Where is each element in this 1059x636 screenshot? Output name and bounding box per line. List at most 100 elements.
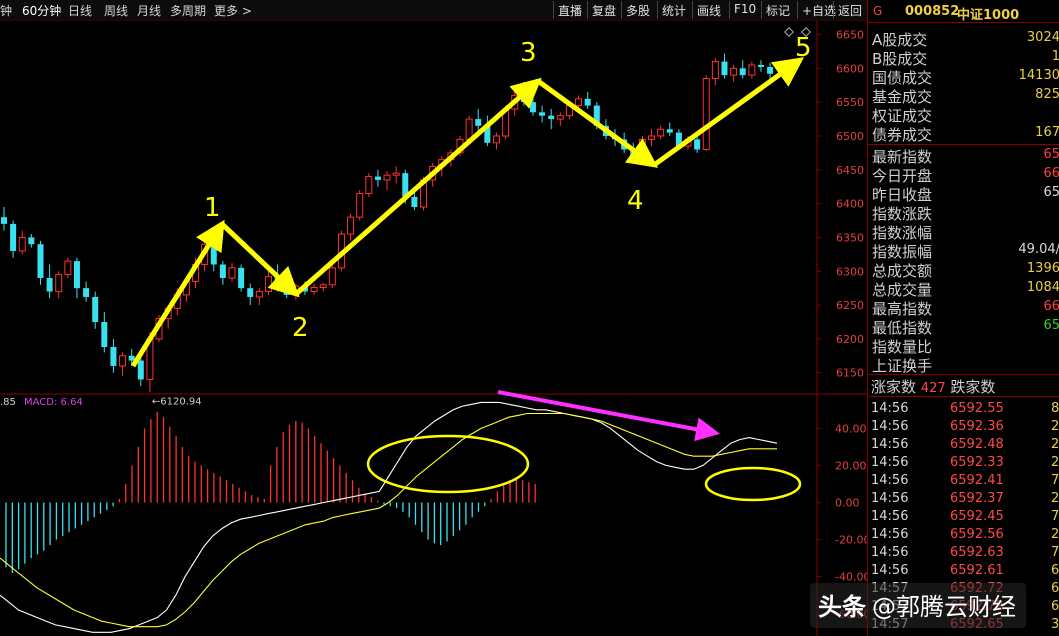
period-tab-5[interactable]: 多周期 xyxy=(170,2,206,19)
tick-time: 14:56 xyxy=(871,509,909,524)
toolbar-button-0[interactable]: 直播 xyxy=(553,1,586,19)
toolbar-button-3[interactable]: 统计 xyxy=(657,1,690,19)
tick-row: 14:56 6592.56 2 xyxy=(868,526,1059,544)
candle-body-down xyxy=(92,296,99,322)
candle-body-down xyxy=(767,66,774,74)
toolbar-button-2[interactable]: 多股 xyxy=(621,1,654,19)
tick-price: 6592.45 xyxy=(950,509,1004,524)
toolbar-button-5[interactable]: F10 xyxy=(729,1,760,19)
candle-body-down xyxy=(110,347,117,366)
wave-label-3: 3 xyxy=(520,38,537,68)
quote-row: 基金成交 825 xyxy=(872,86,1059,106)
quote-row: 国债成交 14130 xyxy=(872,67,1059,87)
tick-volume: 2 xyxy=(1051,455,1059,470)
down-count-label: 跌家数 xyxy=(950,378,996,396)
tick-time: 14:56 xyxy=(871,527,909,542)
tick-price: 6592.56 xyxy=(950,527,1004,542)
candle-body-down xyxy=(137,360,144,380)
candle-body-up xyxy=(492,135,500,144)
quote-label: 总成交额 xyxy=(872,262,933,280)
tick-row: 14:56 6592.48 2 xyxy=(868,436,1059,454)
tick-time: 14:56 xyxy=(871,455,909,470)
candle-body-up xyxy=(575,98,583,107)
period-tab-2[interactable]: 日线 xyxy=(68,2,92,19)
price-axis-label: 6300 xyxy=(836,265,864,278)
quote-label: A股成交 xyxy=(872,31,928,49)
tick-row: 14:56 6592.45 7 xyxy=(868,508,1059,526)
wave-arrow xyxy=(652,57,805,168)
quote-label: 指数量比 xyxy=(872,338,933,356)
candle-body-down xyxy=(46,278,53,292)
candle-body-down xyxy=(539,112,546,116)
quote-row: B股成交 1 xyxy=(872,48,1059,68)
toolbar-button-1[interactable]: 复盘 xyxy=(587,1,620,19)
candle-body-down xyxy=(475,119,482,126)
tick-volume: 3 xyxy=(1051,617,1059,632)
candle-body-down xyxy=(101,321,108,348)
quote-value: 65 xyxy=(1043,185,1059,200)
wave-arrow xyxy=(130,219,225,368)
candle-body-up xyxy=(730,67,738,76)
wave-label-4: 4 xyxy=(627,186,644,216)
macd-axis-label: 40.00 xyxy=(835,422,867,435)
quote-label: 最新指数 xyxy=(872,148,933,166)
watermark-account: @郭腾云财经 xyxy=(872,593,1016,621)
tick-volume: 2 xyxy=(1051,527,1059,542)
tick-volume: 7 xyxy=(1051,473,1059,488)
candle-body-down xyxy=(37,244,44,279)
updown-divider xyxy=(868,374,1059,375)
candle-body-up xyxy=(748,64,756,76)
quote-label: 基金成交 xyxy=(872,88,933,106)
quote-label: 指数涨跌 xyxy=(872,205,933,223)
quote-row: 指数量比 xyxy=(872,336,1059,356)
candle-body-up xyxy=(264,276,272,293)
tick-price: 6592.63 xyxy=(950,545,1004,560)
period-tab-3[interactable]: 周线 xyxy=(104,2,128,19)
wave-arrow xyxy=(220,222,300,298)
candle-body-up xyxy=(319,284,327,288)
period-tab-0[interactable]: 钟 xyxy=(0,2,12,19)
price-axis-label: 6150 xyxy=(836,367,864,380)
tick-time: 14:56 xyxy=(871,419,909,434)
candle-body-down xyxy=(411,196,418,207)
macd-axis-label: 0.00 xyxy=(835,497,860,510)
quote-row: 最低指数 65 xyxy=(872,317,1059,337)
toolbar-button-4[interactable]: 画线 xyxy=(692,1,725,19)
period-tab-4[interactable]: 月线 xyxy=(137,2,161,19)
toolbar-button-8[interactable]: 返回 xyxy=(833,1,866,19)
tick-row: 14:56 6592.37 2 xyxy=(868,490,1059,508)
wave-arrow xyxy=(536,78,659,168)
candle-body-up xyxy=(465,118,473,140)
candle-body-down xyxy=(83,288,90,297)
toolbar-button-6[interactable]: 标记 xyxy=(761,1,794,19)
quote-value: 825 xyxy=(1035,87,1059,102)
candle-body-down xyxy=(247,288,254,297)
tick-volume: 7 xyxy=(1051,509,1059,524)
candle-body-down xyxy=(238,267,245,289)
quote-value: 65 xyxy=(1043,147,1059,162)
quote-row: 最新指数 65 xyxy=(872,146,1059,166)
low-price-marker: ←6120.94 xyxy=(152,396,202,407)
candle-body-down xyxy=(721,61,728,76)
wave-label-2: 2 xyxy=(292,313,309,343)
quote-row: 总成交额 1396 xyxy=(872,260,1059,280)
period-tab-6[interactable]: 更多 > xyxy=(214,2,252,19)
quote-value: 66 xyxy=(1043,166,1059,181)
quote-label: 昨日收盘 xyxy=(872,186,933,204)
macd-dif-line xyxy=(0,401,778,633)
wave-label-1: 1 xyxy=(204,193,221,223)
diamond-marker xyxy=(784,27,794,37)
divergence-ellipse-left xyxy=(366,434,530,494)
price-axis-label: 6650 xyxy=(836,29,864,42)
period-toolbar: 钟 60分钟 日线 周线 月线 多周期 更多 > 直播 复盘 多股 统计 画线 F10 标记 +自选 返回 xyxy=(0,0,867,21)
candle-body-up xyxy=(18,236,26,252)
candle-body-up xyxy=(119,355,127,367)
quote-row: 指数涨跌 xyxy=(872,203,1059,223)
period-tab-1[interactable]: 60分钟 xyxy=(22,2,61,19)
candle-body-down xyxy=(694,139,701,150)
candle-body-down xyxy=(529,102,536,113)
tick-volume: 6 xyxy=(1051,599,1059,614)
candle-body-down xyxy=(28,237,35,245)
macd-axis-label: -40.00 xyxy=(835,571,867,584)
price-axis-label: 6500 xyxy=(836,130,864,143)
